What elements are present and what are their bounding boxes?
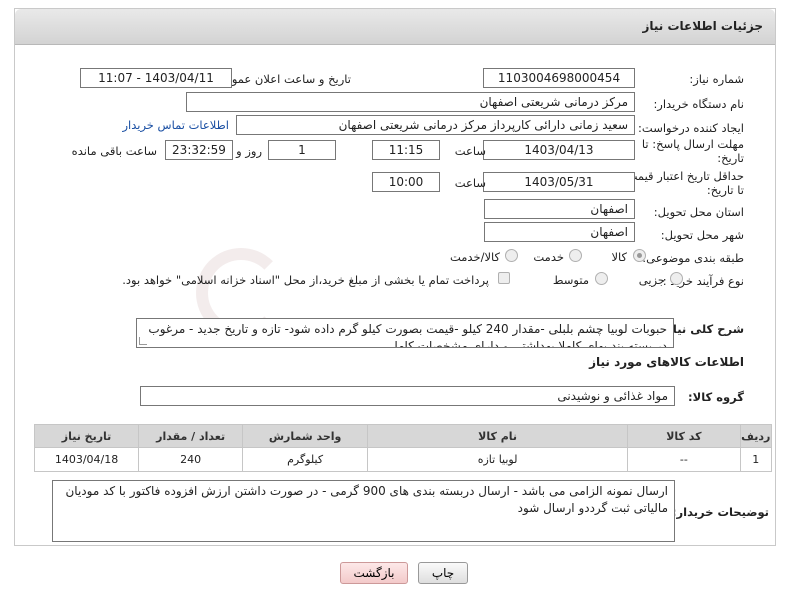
- cell-row: 1: [739, 447, 773, 472]
- treasury-payment-checkbox[interactable]: [498, 272, 510, 284]
- remaining-time-field: 23:32:59: [165, 140, 233, 160]
- category-option-service: خدمت: [533, 250, 564, 264]
- col-header-code: کد کالا: [627, 424, 741, 448]
- description-text: حبوبات لوبیا چشم بلبلی -مقدار 240 کیلو -…: [136, 318, 674, 348]
- need-number-field: 1103004698000454: [483, 68, 635, 88]
- description-content: حبوبات لوبیا چشم بلبلی -مقدار 240 کیلو -…: [148, 322, 667, 348]
- cell-code: --: [627, 447, 741, 472]
- goods-group-field: مواد غذائی و نوشیدنی: [140, 386, 675, 406]
- validity-time-label: ساعت: [454, 176, 486, 190]
- buyer-org-label: نام دستگاه خریدار:: [653, 97, 744, 111]
- category-radio-service[interactable]: [569, 249, 582, 262]
- col-header-date: تاریخ نیاز: [33, 424, 140, 448]
- announce-label: تاریخ و ساعت اعلان عمومی:: [212, 72, 351, 86]
- category-radio-goods[interactable]: [633, 249, 646, 262]
- cell-date: 1403/04/18: [33, 447, 140, 472]
- category-option-goods: کالا: [611, 250, 627, 264]
- city-field: اصفهان: [484, 222, 635, 242]
- need-number-label: شماره نیاز:: [689, 72, 744, 86]
- category-label: طبقه بندی موضوعی:: [642, 251, 744, 265]
- col-header-name: نام کالا: [367, 424, 629, 448]
- deadline-time-label: ساعت: [454, 144, 486, 158]
- category-radio-both[interactable]: [505, 249, 518, 262]
- remaining-label: ساعت باقی مانده: [71, 144, 157, 158]
- print-button[interactable]: چاپ: [418, 562, 468, 584]
- cell-qty: 240: [138, 447, 244, 472]
- back-button[interactable]: بازگشت: [340, 562, 408, 584]
- announce-field: 1403/04/11 - 11:07: [80, 68, 232, 88]
- cell-name: لوبیا تازه: [367, 447, 629, 472]
- days-label: روز و: [236, 144, 262, 158]
- buyer-notes-label: توضیحات خریدار:: [671, 505, 769, 519]
- city-label: شهر محل تحویل:: [660, 228, 744, 242]
- category-option-both: کالا/خدمت: [449, 250, 500, 264]
- process-option-minor: جزیی: [638, 273, 665, 287]
- buyer-org-field: مرکز درمانی شریعتی اصفهان: [186, 92, 635, 112]
- buyer-notes-text: ارسال نمونه الزامی می باشد - ارسال دربست…: [52, 480, 675, 542]
- goods-info-title: اطلاعات کالاهای مورد نیاز: [589, 355, 744, 369]
- province-label: استان محل تحویل:: [653, 205, 744, 219]
- description-label: شرح کلی نیاز:: [661, 322, 744, 336]
- buyer-notes-content: ارسال نمونه الزامی می باشد - ارسال دربست…: [65, 484, 668, 515]
- table-row: 1 -- لوبیا تازه کیلوگرم 240 1403/04/18: [33, 447, 773, 472]
- cell-unit: کیلوگرم: [242, 447, 369, 472]
- panel-header: جزئیات اطلاعات نیاز: [15, 9, 775, 45]
- process-radio-medium[interactable]: [595, 272, 608, 285]
- deadline-time-field: 11:15: [372, 140, 440, 160]
- process-radio-minor[interactable]: [670, 272, 683, 285]
- col-header-row: ردیف: [739, 424, 773, 448]
- col-header-qty: تعداد / مقدار: [138, 424, 244, 448]
- contact-info-link[interactable]: اطلاعات تماس خریدار: [122, 118, 229, 132]
- process-option-medium: متوسط: [552, 273, 589, 287]
- requester-field: سعید زمانی دارائی کارپرداز مرکز درمانی ش…: [236, 115, 635, 135]
- deadline-label: مهلت ارسال پاسخ: تا تاریخ:: [641, 137, 744, 165]
- validity-time-field: 10:00: [372, 172, 440, 192]
- col-header-unit: واحد شمارش: [242, 424, 369, 448]
- resize-grip-icon[interactable]: [139, 337, 147, 345]
- goods-group-label: گروه کالا:: [688, 390, 744, 404]
- page-title: جزئیات اطلاعات نیاز: [642, 19, 763, 33]
- province-field: اصفهان: [484, 199, 635, 219]
- payment-note: پرداخت تمام یا بخشی از مبلغ خرید،از محل …: [122, 273, 489, 287]
- deadline-date-field: 1403/04/13: [483, 140, 635, 160]
- goods-table: ردیف کد کالا نام کالا واحد شمارش تعداد /…: [33, 424, 773, 472]
- validity-date-field: 1403/05/31: [483, 172, 635, 192]
- requester-label: ایجاد کننده درخواست:: [638, 121, 744, 135]
- days-field: 1: [268, 140, 336, 160]
